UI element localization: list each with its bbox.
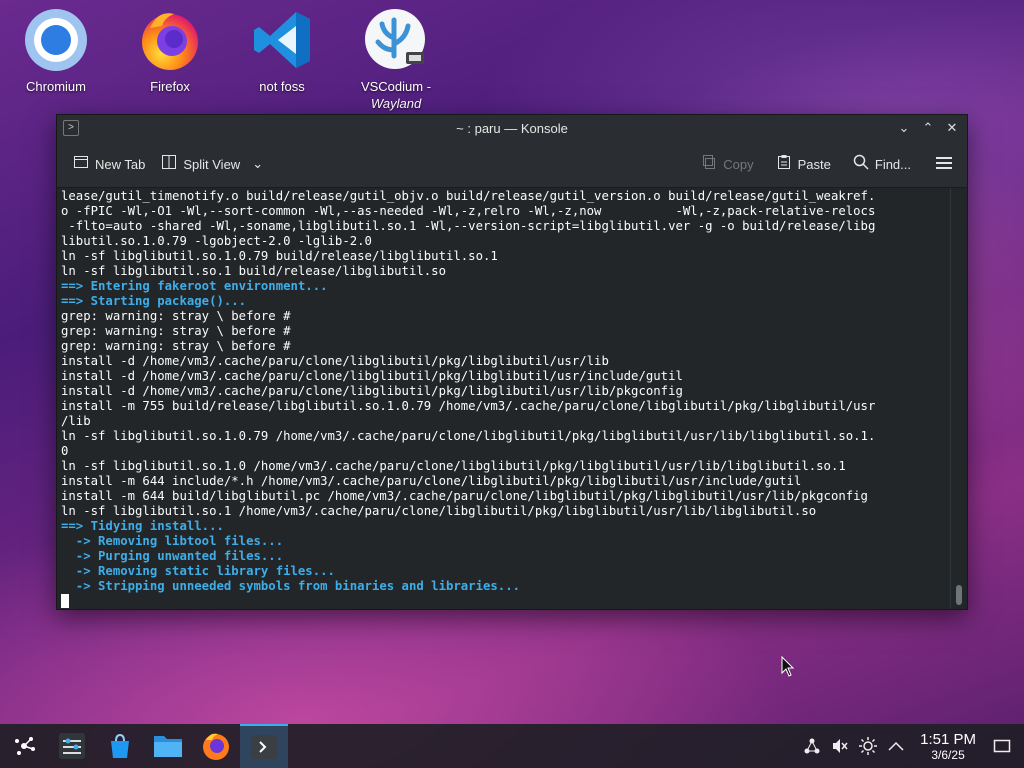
chevron-up-icon[interactable] <box>882 724 910 768</box>
copy-icon <box>701 154 717 174</box>
terminal-line: ==> Entering fakeroot environment... <box>61 279 328 293</box>
copy-button[interactable]: Copy <box>693 149 761 179</box>
terminal-line: install -d /home/vm3/.cache/paru/clone/l… <box>61 354 609 368</box>
terminal-scrollbar[interactable] <box>950 188 967 609</box>
firefox-icon <box>203 733 229 760</box>
terminal-line <box>61 594 947 609</box>
close-icon[interactable]: ✕ <box>945 120 959 135</box>
folder-icon <box>154 736 182 757</box>
taskbar-firefox[interactable] <box>192 724 240 768</box>
taskbar-konsole[interactable] <box>240 724 288 768</box>
terminal-line: ==> Starting package()... <box>61 294 247 308</box>
window-title: ~ : paru — Konsole <box>456 120 568 136</box>
desktop-icon-label: Firefox <box>150 79 190 94</box>
desktop-icon-label: not foss <box>259 79 305 94</box>
terminal-cursor <box>61 594 69 608</box>
search-icon <box>853 154 869 174</box>
copy-label: Copy <box>723 156 754 172</box>
paste-icon <box>776 154 792 174</box>
window-titlebar[interactable]: > ~ : paru — Konsole ⌄ ⌃ ✕ <box>57 115 967 141</box>
terminal-line: ln -sf libglibutil.so.1.0 /home/vm3/.cac… <box>61 459 846 473</box>
terminal-line: -> Stripping unneeded symbols from binar… <box>61 579 521 593</box>
firefox-icon <box>138 8 202 72</box>
terminal-line: grep: warning: stray \ before # <box>61 309 291 323</box>
new-tab-label: New Tab <box>95 156 146 172</box>
konsole-window[interactable]: > ~ : paru — Konsole ⌄ ⌃ ✕ New Tab Split… <box>56 114 968 610</box>
terminal-line: libutil.so.1.0.79 -lgobject-2.0 -lglib-2… <box>61 234 372 248</box>
terminal-line: install -m 644 build/libglibutil.pc /hom… <box>61 489 868 503</box>
network-icon[interactable] <box>798 724 826 768</box>
desktop-icon-not-foss[interactable]: not foss <box>237 8 327 95</box>
application-launcher-button[interactable] <box>0 724 48 768</box>
paste-button[interactable]: Paste <box>768 149 839 179</box>
split-view-button[interactable]: Split View ⌄ <box>153 149 271 179</box>
terminal-line: ln -sf libglibutil.so.1 build/release/li… <box>61 264 446 278</box>
terminal-line: grep: warning: stray \ before # <box>61 324 291 338</box>
show-desktop-icon[interactable] <box>988 724 1016 768</box>
terminal-line: ln -sf libglibutil.so.1 /home/vm3/.cache… <box>61 504 817 518</box>
terminal-line: lease/gutil_timenotify.o build/release/g… <box>61 189 876 203</box>
terminal-line: /lib <box>61 414 91 428</box>
minimize-icon[interactable]: ⌄ <box>897 120 911 135</box>
vscode-icon <box>250 8 314 72</box>
konsole-toolbar: New Tab Split View ⌄ Copy Paste Find... <box>57 141 967 188</box>
terminal-line: install -m 644 include/*.h /home/vm3/.ca… <box>61 474 802 488</box>
desktop-icon-firefox[interactable]: Firefox <box>125 8 215 95</box>
desktop-icon-label: Chromium <box>26 79 86 94</box>
brightness-icon[interactable] <box>854 724 882 768</box>
maximize-icon[interactable]: ⌃ <box>921 120 935 135</box>
scrollbar-thumb[interactable] <box>956 585 962 605</box>
terminal-line: -flto=auto -shared -Wl,-soname,libglibut… <box>61 219 876 233</box>
clock-date: 3/6/25 <box>931 747 965 762</box>
kde-launcher-icon <box>15 737 35 755</box>
new-tab-icon <box>73 154 89 174</box>
taskbar: 1:51 PM 3/6/25 <box>0 724 1024 768</box>
terminal-line: install -d /home/vm3/.cache/paru/clone/l… <box>61 369 683 383</box>
system-tray: 1:51 PM 3/6/25 <box>798 724 1024 768</box>
terminal-line: ==> Tidying install... <box>61 519 224 533</box>
desktop-icon-vscodium[interactable]: VSCodium - Wayland <box>351 8 441 112</box>
new-tab-button[interactable]: New Tab <box>65 149 153 179</box>
terminal-line: -> Removing libtool files... <box>61 534 284 548</box>
paste-label: Paste <box>797 156 831 172</box>
terminal-line: ln -sf libglibutil.so.1.0.79 /home/vm3/.… <box>61 429 876 443</box>
terminal-line: 0 <box>61 444 69 458</box>
chevron-down-icon[interactable]: ⌄ <box>252 156 263 172</box>
mouse-pointer-icon <box>781 655 795 683</box>
split-view-label: Split View <box>183 156 241 172</box>
terminal-line: install -d /home/vm3/.cache/paru/clone/l… <box>61 384 683 398</box>
desktop-icon-label: VSCodium - <box>360 79 432 94</box>
shopping-bag-icon <box>111 733 129 758</box>
clock[interactable]: 1:51 PM 3/6/25 <box>920 731 976 762</box>
konsole-window-icon[interactable]: > <box>63 120 79 136</box>
find-button[interactable]: Find... <box>845 149 919 179</box>
taskbar-dolphin[interactable] <box>144 724 192 768</box>
terminal-line: grep: warning: stray \ before # <box>61 339 291 353</box>
terminal-line: ln -sf libglibutil.so.1.0.79 build/relea… <box>61 249 498 263</box>
konsole-icon <box>251 735 277 759</box>
clock-time: 1:51 PM <box>920 730 976 748</box>
desktop-icon-label-line2: Wayland <box>370 96 422 111</box>
volume-muted-icon[interactable] <box>826 724 854 768</box>
settings-icon <box>59 733 85 759</box>
taskbar-system-settings[interactable] <box>48 724 96 768</box>
hamburger-menu-icon <box>935 155 953 174</box>
chromium-icon <box>24 8 88 72</box>
find-label: Find... <box>874 156 911 172</box>
terminal-line: o -fPIC -Wl,-O1 -Wl,--sort-common -Wl,--… <box>61 204 876 218</box>
terminal-output[interactable]: lease/gutil_timenotify.o build/release/g… <box>57 188 951 609</box>
desktop-icon-chromium[interactable]: Chromium <box>11 8 101 95</box>
taskbar-discover[interactable] <box>96 724 144 768</box>
terminal-line: -> Purging unwanted files... <box>61 549 284 563</box>
terminal-line: -> Removing static library files... <box>61 564 335 578</box>
split-view-icon <box>161 154 177 174</box>
hamburger-menu-button[interactable] <box>927 149 961 179</box>
vscodium-icon <box>364 8 428 72</box>
terminal-line: install -m 755 build/release/libglibutil… <box>61 399 876 413</box>
